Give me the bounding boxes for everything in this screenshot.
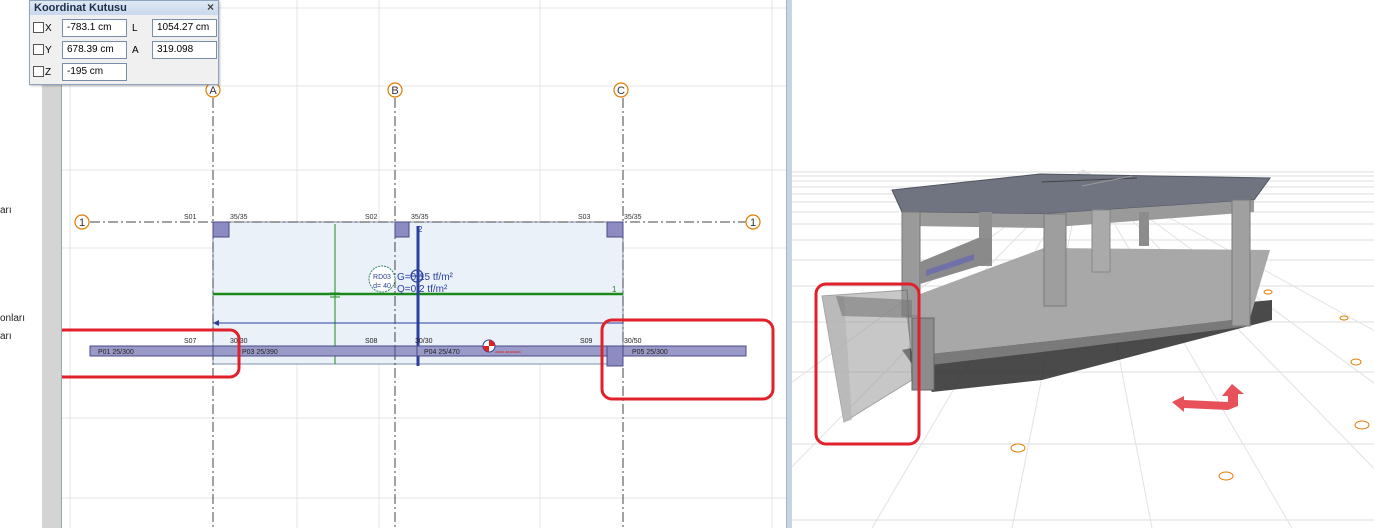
- column-size: 30/50: [624, 338, 642, 345]
- column-s03[interactable]: [606, 221, 624, 238]
- coordinate-box-title: Koordinat Kutusu ×: [30, 1, 218, 15]
- beam-label-p01: P01 25/300: [98, 349, 134, 356]
- z-label: Z: [45, 67, 52, 78]
- y-label: Y: [45, 45, 52, 56]
- column-s09[interactable]: [606, 345, 624, 367]
- axis-bubble-a[interactable]: A: [205, 82, 221, 98]
- column-label: S01: [184, 214, 197, 221]
- x-value-field[interactable]: -783.1 cm: [62, 19, 127, 37]
- slab-id: RD03: [373, 274, 391, 281]
- y-value-field[interactable]: 678.39 cm: [62, 41, 127, 59]
- z-value-field[interactable]: -195 cm: [62, 63, 127, 81]
- column-label: S09: [580, 338, 593, 345]
- coordinate-box-title-text: Koordinat Kutusu: [34, 2, 127, 14]
- axis-label: 1: [79, 217, 85, 229]
- z-lock-checkbox[interactable]: [33, 66, 44, 77]
- load-q-text: Q=0.2 tf/m²: [397, 284, 448, 295]
- view-3d-canvas[interactable]: [792, 0, 1374, 528]
- beam-mark-1: 1: [612, 285, 617, 294]
- axis-bubble-1-left[interactable]: 1: [74, 214, 90, 230]
- beam-label-p04: P04 25/470: [424, 349, 460, 356]
- x-label: X: [45, 23, 52, 34]
- slab-label[interactable]: RD03 d= 40: [368, 265, 396, 293]
- beam-label-p05: P05 25/300: [632, 349, 668, 356]
- axis-label: A: [209, 85, 217, 97]
- column-label: S07: [184, 338, 197, 345]
- left-edge-label: onları: [0, 313, 26, 324]
- axis-bubble-1-right[interactable]: 1: [745, 214, 761, 230]
- highlight-beam-p05: [600, 318, 775, 401]
- axis-label: C: [617, 85, 625, 97]
- svg-text:aaaa aaaaaaa: aaaa aaaaaaa: [495, 349, 521, 354]
- column-s02[interactable]: [394, 221, 410, 238]
- column-label: S08: [365, 338, 378, 345]
- view-3d[interactable]: [792, 0, 1374, 528]
- x-lock-checkbox[interactable]: [33, 22, 44, 33]
- column-size: 35/35: [624, 214, 642, 221]
- coordinate-box[interactable]: Koordinat Kutusu × X -783.1 cm L 1054.27…: [29, 0, 219, 85]
- beam-label-p03: P03 25/390: [242, 349, 278, 356]
- column-label: S02: [365, 214, 378, 221]
- close-icon[interactable]: ×: [207, 1, 214, 14]
- slab-thickness: d= 40: [373, 283, 391, 290]
- beam-mark-2: 2: [418, 225, 423, 234]
- column-size: 35/35: [230, 214, 248, 221]
- axis-label: B: [391, 85, 398, 97]
- column-size: 35/35: [411, 214, 429, 221]
- left-edge-label: arı: [0, 205, 12, 216]
- left-edge-label: arı: [0, 331, 12, 342]
- y-lock-checkbox[interactable]: [33, 44, 44, 55]
- column-label: S03: [578, 214, 591, 221]
- a-label: A: [132, 45, 139, 56]
- beam-marker-icon[interactable]: [482, 339, 496, 353]
- axis-bubble-c[interactable]: C: [613, 82, 629, 98]
- building-model[interactable]: [821, 173, 1272, 423]
- coordinate-axis-icon: [1172, 384, 1244, 412]
- l-label: L: [132, 23, 138, 34]
- load-g-text: G=0.15 tf/m²: [397, 272, 454, 283]
- axis-label: 1: [750, 217, 756, 229]
- column-size: 30/30: [415, 338, 433, 345]
- column-s01[interactable]: [212, 221, 230, 238]
- a-value-field[interactable]: 319.098: [152, 41, 217, 59]
- axis-bubble-b[interactable]: B: [387, 82, 403, 98]
- l-value-field[interactable]: 1054.27 cm: [152, 19, 217, 37]
